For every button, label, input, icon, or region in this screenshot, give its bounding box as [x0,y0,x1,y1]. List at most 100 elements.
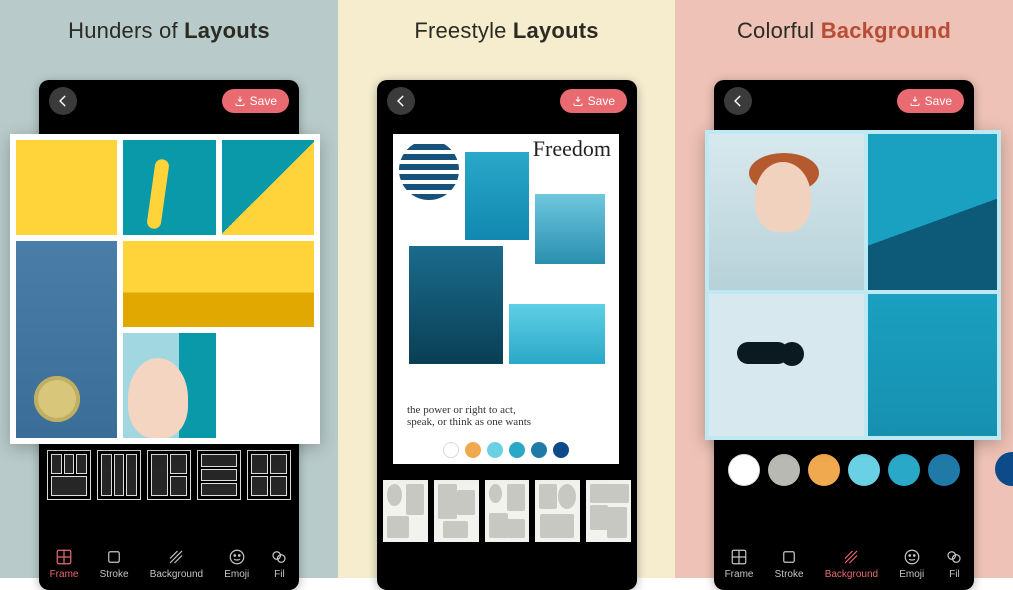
collage-canvas[interactable] [705,130,1001,440]
color-swatch[interactable] [888,454,920,486]
save-label: Save [925,94,952,108]
nav-background[interactable]: Background [825,548,878,580]
nav-label: Background [825,569,878,580]
title-text: Colorful [737,18,821,43]
nav-label: Stroke [775,569,804,580]
panel-title: Freestyle Layouts [338,18,675,44]
layout-templates-row [47,450,291,500]
fs-subtitle-text[interactable]: the power or right to act, speak, or thi… [407,404,531,428]
collage-cell[interactable] [709,294,864,436]
collage-cell[interactable] [123,241,314,327]
stroke-icon [780,548,798,566]
color-swatch[interactable] [768,454,800,486]
fs-photo[interactable] [399,140,459,200]
freestyle-thumb[interactable] [383,480,428,542]
nav-emoji[interactable]: Emoji [224,548,249,580]
layout-thumb[interactable] [147,450,191,500]
download-icon [909,95,921,107]
swatch[interactable] [509,442,525,458]
collage-cell[interactable] [16,140,117,235]
filter-icon [270,548,288,566]
panel-background: Colorful Background Save Frame Stroke Ba… [675,0,1013,578]
collage-cell[interactable] [123,140,215,235]
layout-thumb[interactable] [47,450,91,500]
emoji-icon [903,548,921,566]
freestyle-canvas[interactable]: Freedom the power or right to act, speak… [393,134,619,464]
color-swatch[interactable] [808,454,840,486]
arrow-left-icon [56,94,70,108]
color-swatch[interactable] [848,454,880,486]
bottom-nav: Frame Stroke Background Emoji Fil [714,538,974,590]
back-button[interactable] [49,87,77,115]
download-icon [234,95,246,107]
nav-emoji[interactable]: Emoji [899,548,924,580]
nav-label: Stroke [100,569,129,580]
collage-cell[interactable] [868,134,997,290]
swatch[interactable] [553,442,569,458]
nav-stroke[interactable]: Stroke [775,548,804,580]
panel-layouts: Hunders of Layouts Save Frame Stroke Bac… [0,0,338,578]
nav-filter[interactable]: Fil [270,548,288,580]
nav-frame[interactable]: Frame [50,548,79,580]
color-row [714,454,974,486]
arrow-left-icon [394,94,408,108]
swatch[interactable] [487,442,503,458]
layout-thumb[interactable] [97,450,141,500]
nav-label: Frame [50,569,79,580]
nav-frame[interactable]: Frame [725,548,754,580]
save-button[interactable]: Save [222,89,289,113]
color-swatch-overflow[interactable] [995,452,1013,486]
nav-background[interactable]: Background [150,548,203,580]
nav-filter[interactable]: Fil [945,548,963,580]
fs-photo[interactable] [509,304,605,364]
freestyle-thumb[interactable] [434,480,479,542]
layout-thumb[interactable] [197,450,241,500]
back-button[interactable] [724,87,752,115]
collage-canvas[interactable] [10,134,320,444]
nav-label: Fil [949,569,960,580]
title-bold: Layouts [184,18,270,43]
frame-icon [730,548,748,566]
download-icon [572,95,584,107]
collage-cell[interactable] [123,333,215,438]
swatch[interactable] [531,442,547,458]
nav-stroke[interactable]: Stroke [100,548,129,580]
collage-cell[interactable] [222,140,314,235]
nav-label: Fil [274,569,285,580]
nav-label: Background [150,569,203,580]
swatch[interactable] [443,442,459,458]
back-button[interactable] [387,87,415,115]
nav-label: Emoji [899,569,924,580]
fs-photo[interactable] [409,246,503,364]
stroke-icon [105,548,123,566]
collage-cell[interactable] [16,241,117,438]
title-bold: Background [821,18,951,43]
save-button[interactable]: Save [560,89,627,113]
emoji-icon [228,548,246,566]
collage-cell[interactable] [868,294,997,436]
freestyle-thumb[interactable] [485,480,530,542]
collage-cell[interactable] [709,134,864,290]
color-swatch[interactable] [928,454,960,486]
arrow-left-icon [731,94,745,108]
panel-title: Colorful Background [675,18,1013,44]
freestyle-thumb[interactable] [586,480,631,542]
filter-icon [945,548,963,566]
topbar: Save [714,80,974,122]
fs-photo[interactable] [535,194,605,264]
swatch[interactable] [465,442,481,458]
save-label: Save [588,94,615,108]
color-swatch[interactable] [728,454,760,486]
title-text: Hunders of [68,18,184,43]
bottom-nav: Frame Stroke Background Emoji Fil [39,538,299,590]
panel-freestyle: Freestyle Layouts Save Freedom the power… [338,0,675,578]
freestyle-thumb[interactable] [535,480,580,542]
title-bold: Layouts [513,18,599,43]
save-button[interactable]: Save [897,89,964,113]
swatch-row [393,442,619,458]
fs-photo[interactable] [465,152,529,240]
save-label: Save [250,94,277,108]
frame-icon [55,548,73,566]
fs-title-text[interactable]: Freedom [533,136,611,162]
layout-thumb[interactable] [247,450,291,500]
